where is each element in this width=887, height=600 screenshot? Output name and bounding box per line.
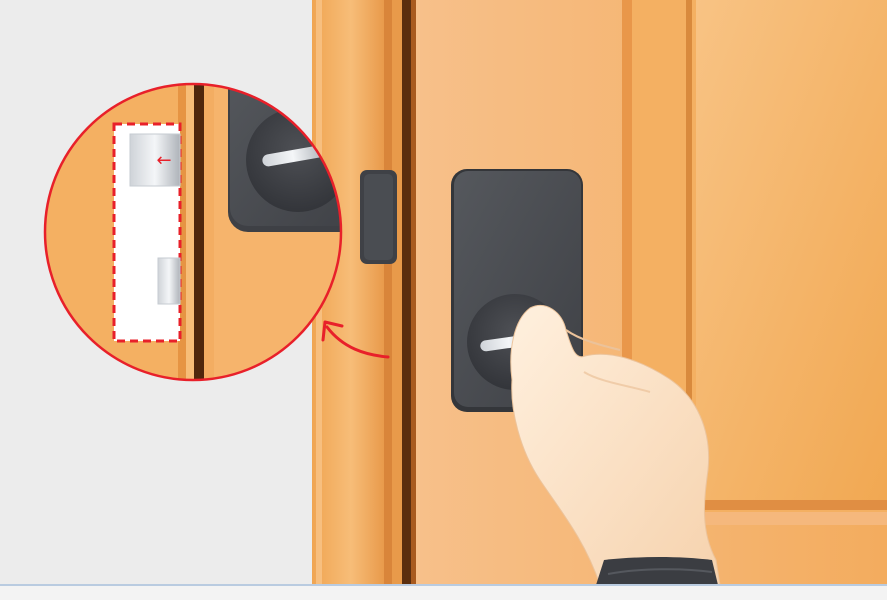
bottom-strip (0, 584, 887, 600)
mount-plate-top (129, 133, 181, 187)
door-sensor (360, 170, 397, 264)
mount-plate-bottom (157, 257, 181, 305)
illustration-canvas: ← (0, 0, 887, 600)
direction-arrow-icon: ← (156, 150, 171, 171)
